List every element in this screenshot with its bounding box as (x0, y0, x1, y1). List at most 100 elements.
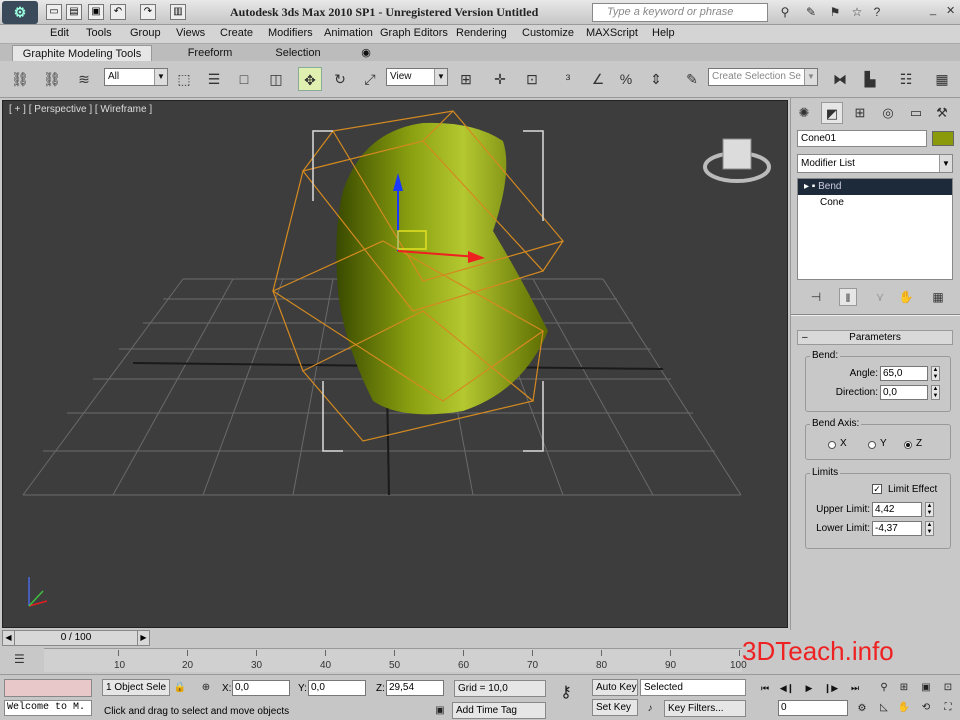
rotate-icon[interactable]: ↻ (328, 67, 352, 91)
app-menu-button[interactable]: ⚙ (2, 1, 38, 24)
maximize-viewport-icon[interactable]: ⛶ (940, 700, 956, 716)
tab-freeform[interactable]: Freeform (170, 45, 250, 61)
previous-frame-icon[interactable]: ◀❙ (778, 679, 796, 697)
key-mode-dropdown[interactable]: Selected (640, 679, 746, 696)
tab-selection[interactable]: Selection (258, 45, 338, 61)
project-folder-icon[interactable]: ▥ (170, 4, 186, 20)
angle-input[interactable]: 65,0 (880, 366, 928, 381)
limit-effect-checkbox[interactable]: ✓ (872, 484, 882, 494)
make-unique-icon[interactable]: ⋎ (871, 288, 889, 306)
angle-spinner[interactable]: ▲ ▼ (931, 366, 940, 381)
ribbon-toggle-icon[interactable]: ◉ (354, 45, 378, 61)
utilities-tab-icon[interactable]: ⚒ (931, 102, 953, 124)
select-link-icon[interactable]: ⛓ (8, 67, 32, 91)
menu-group[interactable]: Group (130, 27, 161, 39)
lower-limit-spinner[interactable]: ▲ ▼ (925, 521, 934, 536)
save-icon[interactable]: ▣ (88, 4, 104, 20)
menu-graph-editors[interactable]: Graph Editors (380, 27, 448, 39)
set-key-icon[interactable]: ⚷ (558, 685, 574, 701)
field-of-view-icon[interactable]: ◺ (876, 700, 892, 716)
key-filters-button[interactable]: Key Filters... (664, 700, 746, 717)
spinner-snap-icon[interactable]: ⇕ (644, 67, 668, 91)
direction-spinner[interactable]: ▲ ▼ (931, 385, 940, 400)
upper-limit-input[interactable]: 4,42 (872, 502, 922, 517)
add-time-tag-button[interactable]: Add Time Tag (452, 702, 546, 719)
cone-object[interactable] (336, 122, 548, 415)
pin-stack-icon[interactable]: ⊣ (807, 288, 825, 306)
zoom-extents-icon[interactable]: ▣ (918, 680, 934, 696)
object-name-field[interactable]: Cone01 (797, 130, 927, 147)
hierarchy-tab-icon[interactable]: ⊞ (849, 102, 871, 124)
go-to-start-icon[interactable]: ⏮ (756, 679, 774, 697)
mirror-icon[interactable]: ⧓ (828, 67, 852, 91)
help-icon[interactable]: ? (868, 4, 886, 21)
menu-maxscript[interactable]: MAXScript (586, 27, 638, 39)
time-slider-prev-icon[interactable]: ◀ (3, 631, 15, 645)
set-key-button[interactable]: Set Key (592, 699, 638, 716)
undo-icon[interactable]: ↶ (110, 4, 126, 20)
favorites-icon[interactable]: ☆ (848, 4, 866, 21)
modifier-list-dropdown[interactable]: Modifier List ▼ (797, 154, 953, 173)
menu-views[interactable]: Views (176, 27, 205, 39)
z-coordinate-input[interactable]: 29,54 (386, 680, 444, 696)
align-icon[interactable]: ▙ (858, 67, 882, 91)
layer-manager-icon[interactable]: ☷ (894, 67, 918, 91)
angle-snap-icon[interactable]: ∠ (586, 67, 610, 91)
bind-space-warp-icon[interactable]: ≋ (72, 67, 96, 91)
zoom-all-icon[interactable]: ⊞ (896, 680, 912, 696)
object-color-swatch[interactable] (932, 131, 954, 146)
auto-key-button[interactable]: Auto Key (592, 679, 638, 696)
next-frame-icon[interactable]: ❙▶ (822, 679, 840, 697)
stack-item-cone[interactable]: Cone (798, 195, 952, 211)
close-button[interactable]: ✕ (946, 4, 955, 17)
configure-modifier-sets-icon[interactable]: ▦ (929, 288, 947, 306)
current-frame-input[interactable]: 0 (778, 700, 848, 716)
selection-region-icon[interactable]: □ (232, 67, 256, 91)
minimize-button[interactable]: _ (930, 4, 936, 16)
pan-icon[interactable]: ✋ (896, 700, 912, 716)
menu-create[interactable]: Create (220, 27, 253, 39)
viewport-label[interactable]: [ + ] [ Perspective ] [ Wireframe ] (9, 104, 152, 115)
axis-y-radio[interactable] (868, 441, 876, 449)
scale-icon[interactable]: ⤢ (358, 67, 382, 91)
motion-tab-icon[interactable]: ◎ (877, 102, 899, 124)
zoom-extents-all-icon[interactable]: ⊡ (940, 680, 956, 696)
percent-snap-icon[interactable]: % (614, 67, 638, 91)
selection-lock-icon[interactable]: 🔒 (172, 680, 188, 696)
window-crossing-icon[interactable]: ◫ (264, 67, 288, 91)
menu-animation[interactable]: Animation (324, 27, 373, 39)
perspective-viewport[interactable]: [ + ] [ Perspective ] [ Wireframe ] (2, 100, 788, 628)
search-input[interactable]: Type a keyword or phrase (592, 3, 768, 22)
viewcube-icon[interactable] (703, 138, 771, 183)
zoom-icon[interactable]: ⚲ (876, 680, 892, 696)
redo-icon[interactable]: ↷ (140, 4, 156, 20)
binoculars-icon[interactable]: ⚲ (776, 4, 794, 21)
select-object-icon[interactable]: ⬚ (172, 67, 196, 91)
parameters-rollout-header[interactable]: – Parameters (797, 330, 953, 345)
unlink-icon[interactable]: ⛓ (40, 67, 64, 91)
time-slider[interactable]: ◀ 0 / 100 ▶ (2, 630, 150, 646)
axis-x-radio[interactable] (828, 441, 836, 449)
pivot-center-icon[interactable]: ⊞ (454, 67, 478, 91)
reference-coordinate-dropdown[interactable]: View ▼ (386, 68, 448, 86)
menu-customize[interactable]: Customize (522, 27, 574, 39)
menu-edit[interactable]: Edit (50, 27, 69, 39)
go-to-end-icon[interactable]: ⏭ (846, 679, 864, 697)
play-icon[interactable]: ▶ (800, 679, 818, 697)
remove-modifier-icon[interactable]: ✋ (897, 288, 915, 306)
select-by-name-icon[interactable]: ☰ (202, 67, 226, 91)
y-coordinate-input[interactable]: 0,0 (308, 680, 366, 696)
lower-limit-input[interactable]: -4,37 (872, 521, 922, 536)
tab-graphite-modeling-tools[interactable]: Graphite Modeling Tools (12, 45, 152, 61)
time-tag-icon[interactable]: ▣ (432, 703, 448, 719)
new-file-icon[interactable]: ▭ (46, 4, 62, 20)
mini-curve-editor-icon[interactable]: ☰ (14, 652, 25, 666)
graphite-toggle-icon[interactable]: ▦ (930, 67, 954, 91)
x-coordinate-input[interactable]: 0,0 (232, 680, 290, 696)
menu-help[interactable]: Help (652, 27, 675, 39)
subscription-icon[interactable]: ⚑ (826, 4, 844, 21)
modify-tab-icon[interactable]: ◩ (821, 102, 843, 124)
snap-toggle-icon[interactable]: ³ (556, 67, 580, 91)
keyboard-shortcut-icon[interactable]: ⊡ (520, 67, 544, 91)
upper-limit-spinner[interactable]: ▲ ▼ (925, 502, 934, 517)
